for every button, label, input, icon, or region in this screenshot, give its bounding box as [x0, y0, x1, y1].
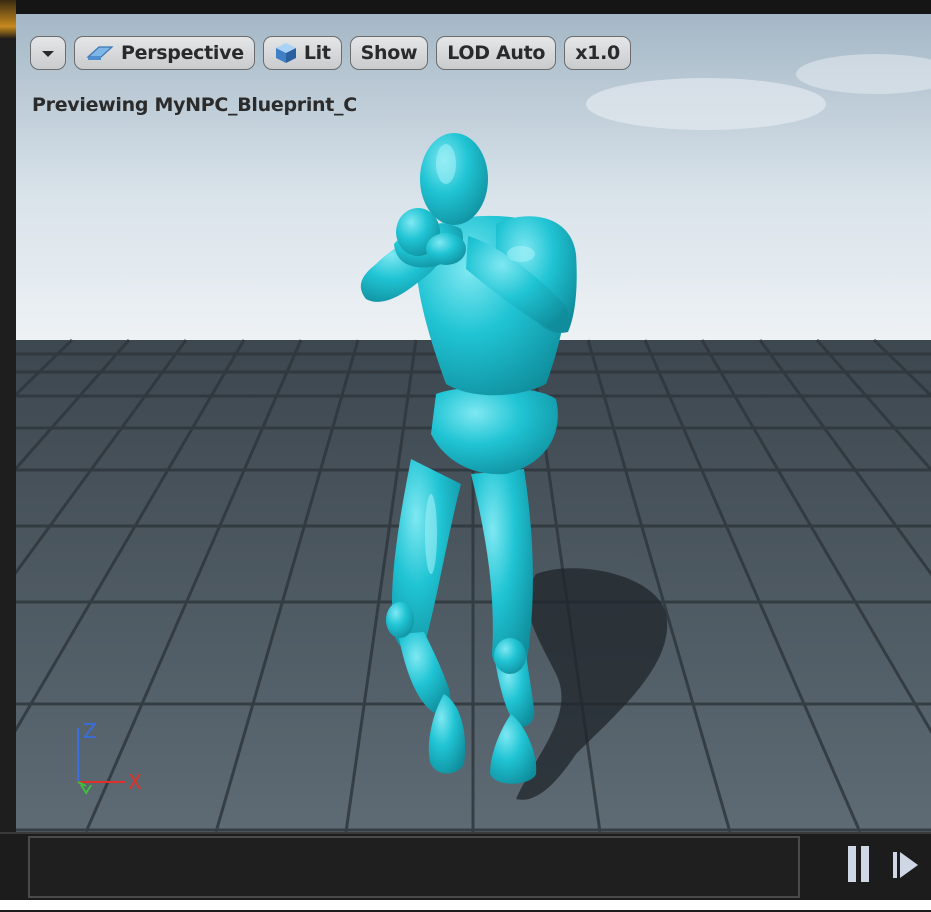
preview-viewport[interactable]: Perspective Lit Show LOD Auto x1.0 Previ… [16, 14, 931, 832]
viewport-toolbar: Perspective Lit Show LOD Auto x1.0 [30, 36, 631, 72]
viewport-scene [16, 14, 931, 832]
playback-speed-button[interactable]: x1.0 [564, 36, 631, 70]
timeline-scrubber[interactable] [28, 836, 800, 898]
step-forward-icon [893, 852, 918, 878]
lod-auto-button[interactable]: LOD Auto [436, 36, 557, 70]
pause-button[interactable] [846, 846, 872, 882]
preview-status-text: Previewing MyNPC_Blueprint_C [32, 94, 357, 116]
viewport-options-dropdown[interactable] [30, 36, 66, 70]
perspective-camera-icon [85, 43, 115, 63]
lit-cube-icon [274, 41, 298, 65]
panel-edge-accent [0, 0, 16, 38]
axis-gizmo: Z Y X [77, 719, 142, 794]
axis-y-label: Y [79, 781, 93, 794]
show-button[interactable]: Show [349, 36, 429, 70]
axis-x-label: X [128, 770, 142, 794]
panel-top-border [16, 0, 931, 14]
chevron-down-icon [41, 42, 55, 64]
lit-view-mode-button[interactable]: Lit [262, 36, 342, 70]
axis-z-label: Z [83, 719, 97, 743]
perspective-button[interactable]: Perspective [74, 36, 255, 70]
panel-outer-margin [0, 900, 931, 910]
pause-icon [848, 846, 869, 882]
animation-preview-panel: Perspective Lit Show LOD Auto x1.0 Previ… [0, 0, 931, 912]
step-forward-button[interactable] [892, 850, 920, 880]
